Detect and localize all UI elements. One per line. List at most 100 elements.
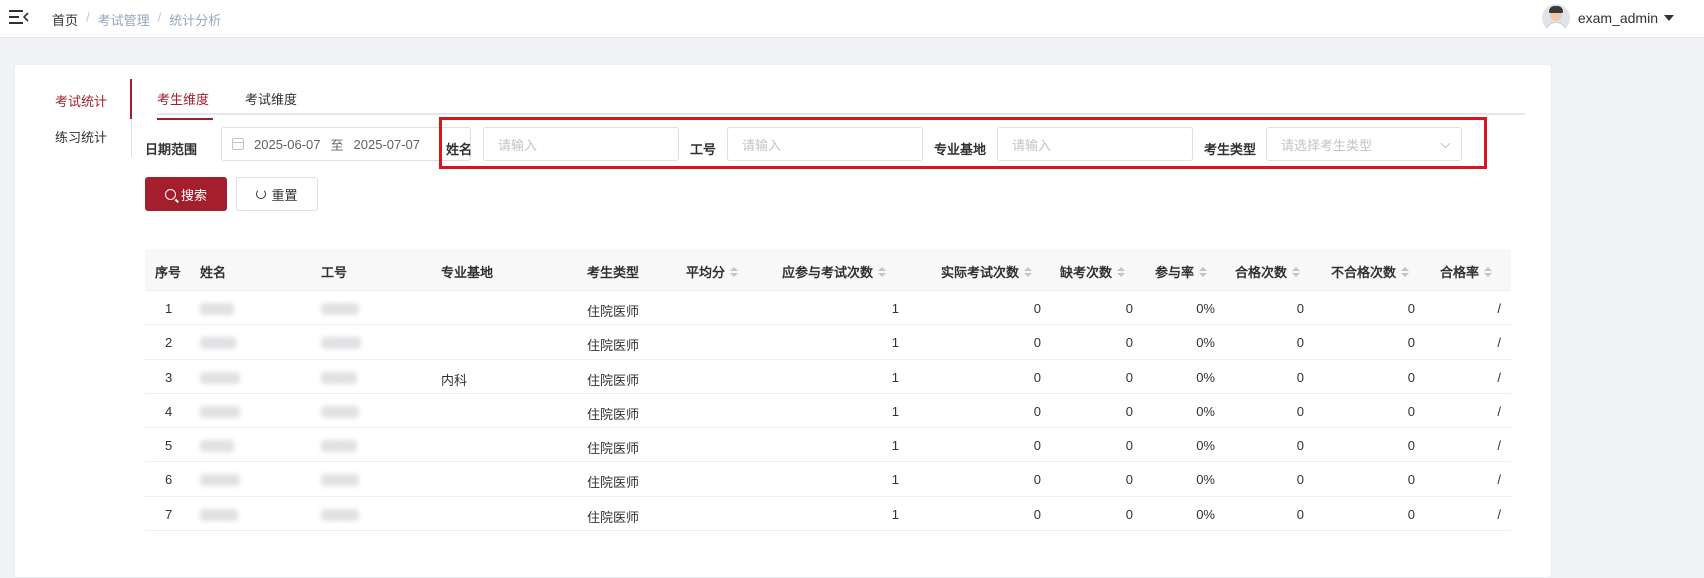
table-row: 6 住院医师 1 0 0 0% 0 0 / [145, 462, 1511, 497]
cell-no: 6 [165, 472, 173, 488]
top-navbar: 首页 / 考试管理 / 统计分析 exam_admin [0, 0, 1704, 38]
reset-button-label: 重置 [271, 187, 298, 203]
cell-employee-id-redacted [321, 474, 359, 489]
header-label: 缺考次数 [1060, 265, 1113, 280]
tab-examinee-dimension[interactable]: 考生维度 [157, 89, 213, 120]
username[interactable]: exam_admin [1578, 10, 1658, 26]
cell-absent-count: 0 [1125, 506, 1133, 522]
cell-expected-count: 1 [891, 335, 899, 351]
search-icon [164, 188, 176, 200]
cell-fail-count: 0 [1407, 301, 1415, 316]
cell-name-redacted [200, 440, 234, 455]
cell-pass-count: 0 [1296, 472, 1304, 488]
date-range-picker[interactable]: 2025-06-07 至 2025-07-07 [221, 127, 471, 161]
cell-no: 1 [165, 301, 173, 316]
tab-label: 考生维度 [157, 92, 210, 107]
cell-fail-count: 0 [1407, 369, 1415, 385]
col-header-absent-count[interactable]: 缺考次数 [1060, 262, 1126, 281]
header-label: 不合格次数 [1331, 265, 1397, 280]
cell-no: 5 [165, 438, 173, 454]
calendar-icon [232, 138, 244, 150]
table-row: 3 内科 住院医师 1 0 0 0% 0 0 / [145, 360, 1511, 394]
cell-fail-count: 0 [1407, 506, 1415, 522]
cell-no: 4 [165, 403, 173, 419]
date-end[interactable]: 2025-07-07 [354, 137, 421, 152]
user-menu[interactable]: exam_admin [1541, 4, 1674, 32]
sort-icon[interactable] [1199, 266, 1208, 277]
col-header-participation-rate[interactable]: 参与率 [1155, 262, 1208, 281]
cell-employee-id-redacted [321, 440, 357, 455]
col-header-fail-count[interactable]: 不合格次数 [1331, 262, 1410, 281]
header-label: 参与率 [1155, 265, 1195, 280]
header-label: 合格率 [1440, 265, 1480, 280]
tab-exam-dimension[interactable]: 考试维度 [245, 89, 297, 108]
cell-employee-id-redacted [321, 337, 361, 352]
sidenav-item-practice-stats[interactable]: 练习统计 [55, 127, 107, 146]
cell-employee-id-redacted [321, 508, 359, 524]
cell-pass-rate: / [1497, 506, 1501, 522]
table-row: 7 住院医师 1 0 0 0% 0 0 / [145, 497, 1511, 532]
cell-examinee-type: 住院医师 [587, 338, 640, 354]
col-header-employee-id: 工号 [321, 262, 347, 281]
sort-icon[interactable] [1117, 266, 1126, 277]
sort-icon[interactable] [1024, 266, 1033, 277]
header-label: 专业基地 [441, 265, 494, 280]
cell-expected-count: 1 [891, 472, 899, 488]
table-header: 序号 姓名 工号 专业基地 考生类型 平均分 应参与考试次数 实际考试次数 缺考… [145, 249, 1511, 291]
table-row: 2 住院医师 1 0 0 0% 0 0 / [145, 325, 1511, 360]
sort-icon[interactable] [1401, 266, 1410, 277]
header-label: 考生类型 [587, 265, 640, 280]
avatar[interactable] [1541, 4, 1570, 32]
cell-pass-rate: / [1497, 369, 1501, 385]
menu-fold-icon[interactable] [9, 9, 29, 25]
header-label: 合格次数 [1235, 265, 1288, 280]
col-header-avg-score[interactable]: 平均分 [686, 262, 739, 281]
cell-expected-count: 1 [891, 506, 899, 522]
cell-no: 7 [165, 506, 173, 522]
side-nav-active-indicator [130, 79, 132, 119]
cell-absent-count: 0 [1125, 472, 1133, 488]
cell-absent-count: 0 [1125, 369, 1133, 385]
sort-icon[interactable] [730, 266, 739, 277]
date-start[interactable]: 2025-06-07 [254, 137, 321, 152]
caret-down-icon[interactable] [1664, 15, 1674, 21]
col-header-pass-count[interactable]: 合格次数 [1235, 262, 1301, 281]
breadcrumb-separator: / [157, 10, 162, 25]
cell-pass-rate: / [1497, 301, 1501, 316]
reset-button[interactable]: 重置 [236, 177, 318, 211]
filter-highlight-box [439, 117, 1487, 169]
header-label: 工号 [321, 265, 348, 280]
tab-active-underline [157, 118, 213, 120]
cell-no: 2 [165, 335, 173, 351]
sort-icon[interactable] [1484, 266, 1493, 277]
sort-icon[interactable] [878, 266, 887, 277]
dimension-tabs: 考生维度 考试维度 [157, 79, 1525, 120]
table-row: 5 住院医师 1 0 0 0% 0 0 / [145, 428, 1511, 463]
sidenav-item-exam-stats[interactable]: 考试统计 [55, 91, 107, 110]
cell-pass-count: 0 [1296, 335, 1304, 351]
cell-expected-count: 1 [891, 438, 899, 454]
breadcrumb-statistics: 统计分析 [169, 13, 222, 28]
cell-actual-count: 0 [1033, 438, 1041, 454]
cell-name-redacted [200, 474, 240, 489]
stats-table: 序号 姓名 工号 专业基地 考生类型 平均分 应参与考试次数 实际考试次数 缺考… [145, 249, 1511, 532]
search-button[interactable]: 搜索 [145, 177, 227, 211]
breadcrumb-home[interactable]: 首页 [52, 10, 78, 29]
col-header-actual-count[interactable]: 实际考试次数 [941, 262, 1033, 281]
cell-examinee-type: 住院医师 [587, 372, 640, 388]
cell-specialty-base: 内科 [441, 372, 468, 388]
col-header-expected-count[interactable]: 应参与考试次数 [782, 262, 887, 281]
cell-examinee-type: 住院医师 [587, 441, 640, 457]
cell-pass-rate: / [1497, 472, 1501, 488]
main-card: 考试统计 练习统计 考生维度 考试维度 日期范围 2025-06-07 至 20… [14, 64, 1552, 578]
col-header-no: 序号 [155, 262, 181, 281]
cell-pass-rate: / [1497, 438, 1501, 454]
col-header-pass-rate[interactable]: 合格率 [1440, 262, 1493, 281]
sort-icon[interactable] [1292, 266, 1301, 277]
col-header-name: 姓名 [200, 262, 226, 281]
cell-examinee-type: 住院医师 [587, 509, 640, 525]
cell-absent-count: 0 [1125, 301, 1133, 316]
cell-participation-rate: 0% [1196, 472, 1215, 488]
date-separator: 至 [330, 137, 344, 153]
table-body: 1 住院医师 1 0 0 0% 0 0/2 住院医师 1 0 0 0% 0 0/3 内科 住院医师 1 0 0 0% 0 0… [145, 291, 1511, 532]
